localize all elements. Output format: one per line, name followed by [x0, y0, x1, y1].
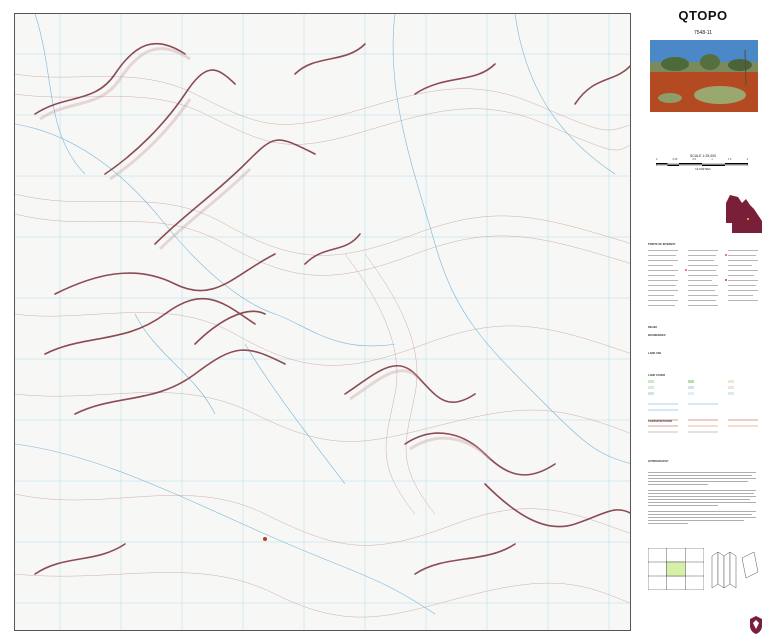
queensland-locator-map — [726, 195, 762, 233]
legend-hydrography: HYDROGRAPHY — [648, 460, 669, 463]
disclaimer-text — [648, 472, 756, 524]
scale-tick: 0.5 — [692, 158, 696, 161]
scale-tick: 2 — [746, 158, 748, 161]
footer-credit — [4, 636, 5, 638]
topographic-map — [15, 14, 630, 630]
scale-bar — [656, 163, 748, 166]
legend-land-use: LAND USE — [648, 352, 662, 355]
map-title: QTOPO — [678, 8, 728, 23]
scale-ticks: 0 0.25 0.5 1 1.5 2 — [656, 158, 748, 161]
scale-tick: 1 — [711, 158, 713, 161]
scale-tick: 1.5 — [727, 158, 732, 161]
scale-unit: KILOMETRES — [695, 168, 711, 171]
scale-tick: 0 — [656, 158, 658, 161]
legend-symbols-landcover — [648, 380, 758, 433]
map-legend-panel: QTOPO 7548-11 SCALE 1:25,000 0 0.25 0.5 … — [638, 0, 768, 643]
queensland-government-crest — [750, 616, 762, 634]
fold-diagram — [711, 551, 759, 588]
poi-marker — [263, 537, 267, 541]
legend-transportation: TRANSPORTATION — [648, 420, 672, 423]
legend-land-cover: LAND COVER — [648, 374, 666, 377]
legend-points-of-interest: POINTS OF INTEREST — [648, 243, 676, 246]
legend-relief: RELIEF — [648, 326, 658, 329]
sheet-number: 7548-11 — [694, 30, 712, 36]
map-area[interactable] — [14, 13, 631, 631]
legend-symbols-poi — [648, 250, 758, 306]
legend-boundaries: BOUNDARIES — [648, 334, 666, 337]
adjoining-sheets-diagram — [648, 548, 704, 590]
scale-tick: 0.25 — [672, 158, 678, 161]
outback-landscape-photo — [650, 40, 758, 112]
